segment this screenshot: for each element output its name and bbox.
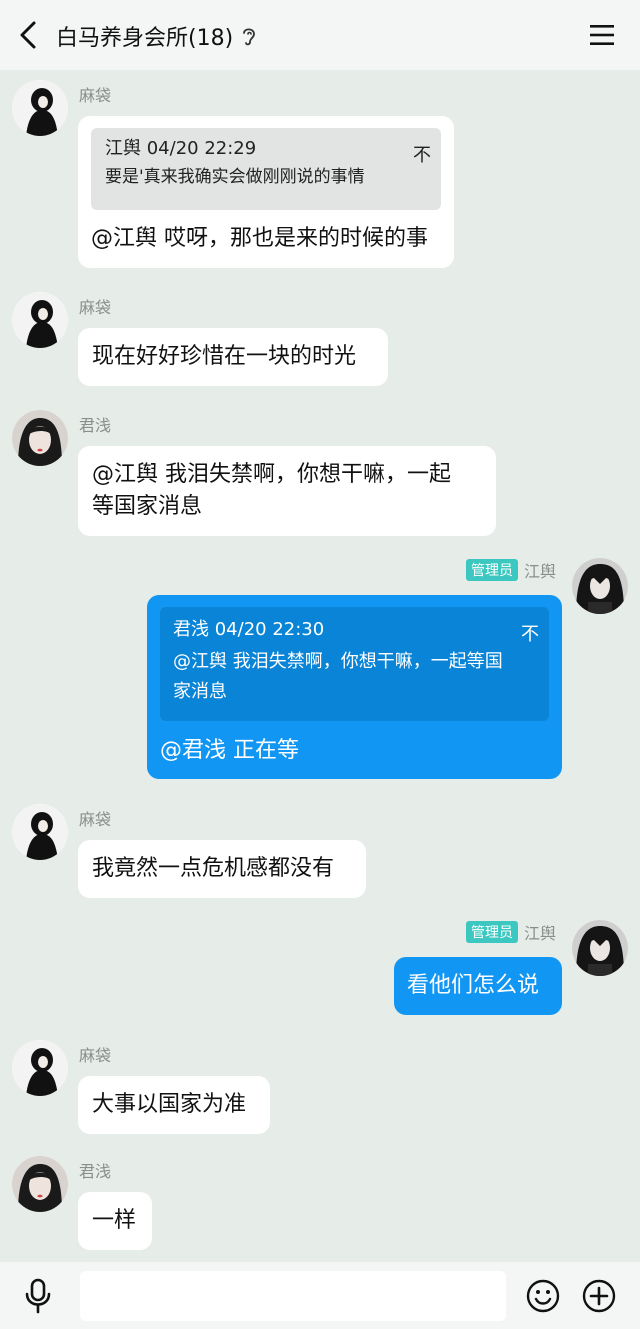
group-title[interactable]: 白马养身会所(18) xyxy=(56,20,257,52)
message-bubble[interactable]: 我竟然一点危机感都没有 xyxy=(78,840,366,898)
message-text: @江舆 哎呀，那也是来的时候的事 xyxy=(91,226,428,251)
quote-text-line: 家消息 xyxy=(173,681,227,702)
message-input[interactable] xyxy=(80,1271,506,1321)
quote-text-line: @江舆 我泪失禁啊，你想干嘛，一起等国 xyxy=(173,651,503,672)
avatar-image xyxy=(12,1156,68,1212)
message-text: 大事以国家为准 xyxy=(92,1092,247,1117)
message-bubble[interactable]: 看他们怎么说 xyxy=(394,957,562,1015)
quote-author-time: 君浅 04/20 22:30 xyxy=(173,619,325,640)
admin-badge: 管理员 xyxy=(465,559,518,581)
avatar[interactable] xyxy=(12,1156,68,1212)
message-text-line: 等国家消息 xyxy=(92,494,203,519)
sender-info: 管理员 江舆 xyxy=(465,558,556,582)
avatar-image xyxy=(12,1040,68,1096)
message-text: @君浅 正在等 xyxy=(160,738,299,763)
quoted-message[interactable]: 君浅 04/20 22:30 不 @江舆 我泪失禁啊，你想干嘛，一起等国 家消息 xyxy=(160,607,549,721)
message-bubble[interactable]: 现在好好珍惜在一块的时光 xyxy=(78,328,388,386)
sender-name: 江舆 xyxy=(523,562,556,581)
avatar[interactable] xyxy=(12,292,68,348)
avatar-image xyxy=(12,804,68,860)
sender-name: 麻袋 xyxy=(79,810,112,829)
message-text: 现在好好珍惜在一块的时光 xyxy=(92,344,357,369)
input-bar xyxy=(0,1262,640,1329)
avatar[interactable] xyxy=(12,1040,68,1096)
message-bubble[interactable]: 君浅 04/20 22:30 不 @江舆 我泪失禁啊，你想干嘛，一起等国 家消息… xyxy=(147,595,562,779)
avatar[interactable] xyxy=(12,410,68,466)
hamburger-menu-icon[interactable] xyxy=(590,24,614,46)
avatar-image xyxy=(12,80,68,136)
smiley-icon[interactable] xyxy=(526,1279,560,1313)
avatar-image xyxy=(12,292,68,348)
avatar[interactable] xyxy=(572,920,628,976)
message-bubble[interactable]: 大事以国家为准 xyxy=(78,1076,270,1134)
ear-icon xyxy=(243,28,256,46)
sender-name: 江舆 xyxy=(523,924,556,943)
avatar-image xyxy=(12,410,68,466)
jump-to-quote-icon[interactable]: 不 xyxy=(413,140,431,172)
sender-name: 君浅 xyxy=(79,416,112,435)
chevron-left-icon[interactable] xyxy=(16,20,40,50)
message-bubble[interactable]: 一样 xyxy=(78,1192,152,1250)
avatar-image xyxy=(572,558,628,614)
avatar[interactable] xyxy=(12,804,68,860)
admin-badge: 管理员 xyxy=(465,921,518,943)
message-text: 我竟然一点危机感都没有 xyxy=(92,856,335,881)
quoted-message[interactable]: 江舆 04/20 22:29 不 要是'真来我确实会做刚刚说的事情 xyxy=(91,128,441,210)
microphone-icon[interactable] xyxy=(24,1278,52,1314)
message-text: 一样 xyxy=(92,1208,137,1233)
chat-header: 白马养身会所(18) xyxy=(0,0,640,70)
sender-name: 君浅 xyxy=(79,1162,112,1181)
quote-author-time: 江舆 04/20 22:29 xyxy=(105,138,257,159)
sender-info: 管理员 江舆 xyxy=(465,920,556,944)
avatar-image xyxy=(572,920,628,976)
sender-name: 麻袋 xyxy=(79,1046,112,1065)
group-title-text: 白马养身会所(18) xyxy=(56,26,234,51)
jump-to-quote-icon[interactable]: 不 xyxy=(521,619,539,651)
plus-circle-icon[interactable] xyxy=(582,1279,616,1313)
chat-message-list[interactable]: 麻袋 江舆 04/20 22:29 不 要是'真来我确实会做刚刚说的事情 @江舆… xyxy=(0,70,640,1262)
message-bubble[interactable]: @江舆 我泪失禁啊，你想干嘛，一起 等国家消息 xyxy=(78,446,496,536)
sender-name: 麻袋 xyxy=(79,86,112,105)
message-bubble[interactable]: 江舆 04/20 22:29 不 要是'真来我确实会做刚刚说的事情 @江舆 哎呀… xyxy=(78,116,454,268)
avatar[interactable] xyxy=(12,80,68,136)
quote-text: 要是'真来我确实会做刚刚说的事情 xyxy=(105,167,365,187)
sender-name: 麻袋 xyxy=(79,298,112,317)
message-text-line: @江舆 我泪失禁啊，你想干嘛，一起 xyxy=(92,462,451,487)
message-text: 看他们怎么说 xyxy=(407,973,540,998)
avatar[interactable] xyxy=(572,558,628,614)
